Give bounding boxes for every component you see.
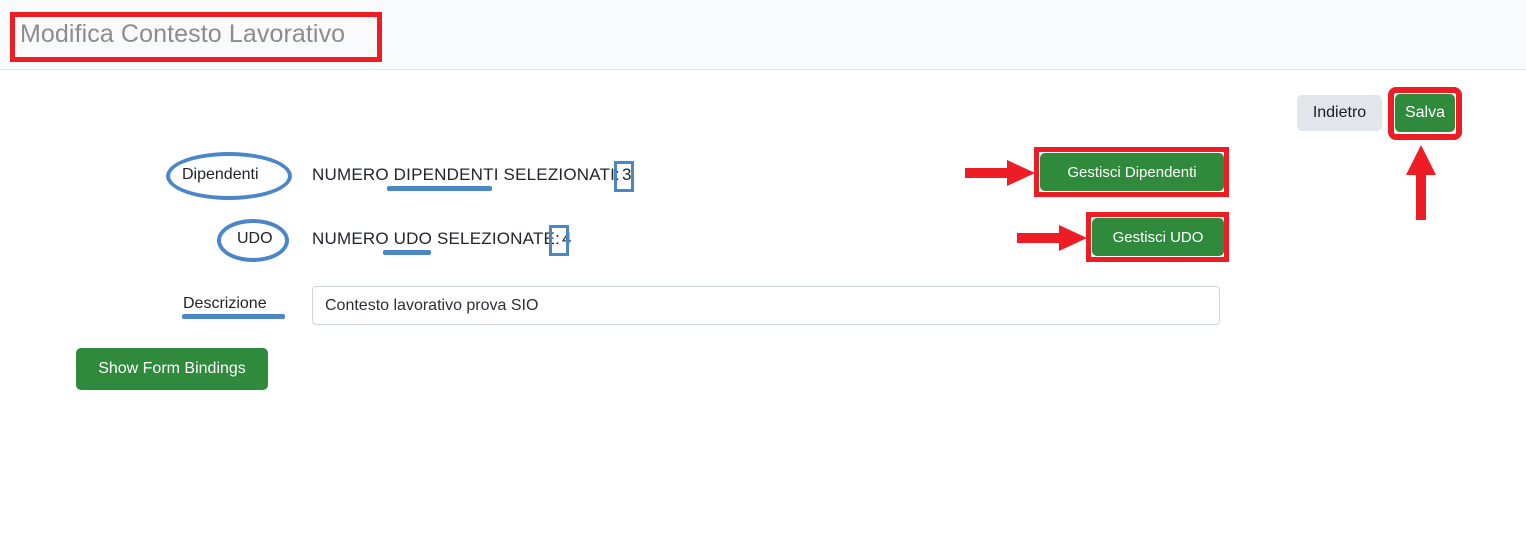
field-label-udo: UDO bbox=[237, 230, 273, 247]
counter-udo: NUMERO UDO SELEZIONATE: 4 bbox=[312, 229, 574, 249]
annotation-arrow-up-save bbox=[1406, 145, 1436, 220]
page-title: Modifica Contesto Lavorativo bbox=[20, 20, 346, 48]
description-input[interactable] bbox=[312, 286, 1220, 325]
manage-udo-button[interactable]: Gestisci UDO bbox=[1092, 218, 1224, 256]
annotation-underline-udo bbox=[383, 250, 431, 255]
counter-dipendenti-prefix: NUMERO DIPENDENTI SELEZIONATI: bbox=[312, 165, 620, 184]
manage-dipendenti-button[interactable]: Gestisci Dipendenti bbox=[1040, 153, 1224, 191]
annotation-underline-dipendenti bbox=[387, 186, 492, 191]
page-root: Modifica Contesto Lavorativo Indietro Sa… bbox=[0, 0, 1526, 541]
counter-udo-value: 4 bbox=[561, 229, 572, 248]
counter-udo-prefix: NUMERO UDO SELEZIONATE: bbox=[312, 229, 560, 248]
annotation-underline-descrizione bbox=[182, 314, 285, 319]
save-button[interactable]: Salva bbox=[1395, 94, 1455, 132]
field-label-descrizione: Descrizione bbox=[183, 295, 267, 312]
counter-dipendenti-value: 3 bbox=[621, 165, 632, 184]
annotation-arrow-right-dipendenti bbox=[965, 160, 1035, 186]
field-label-dipendenti: Dipendenti bbox=[182, 166, 259, 183]
show-form-bindings-button[interactable]: Show Form Bindings bbox=[76, 348, 268, 390]
back-button[interactable]: Indietro bbox=[1297, 95, 1382, 131]
counter-dipendenti: NUMERO DIPENDENTI SELEZIONATI: 3 bbox=[312, 165, 634, 185]
annotation-arrow-right-udo bbox=[1017, 225, 1087, 251]
